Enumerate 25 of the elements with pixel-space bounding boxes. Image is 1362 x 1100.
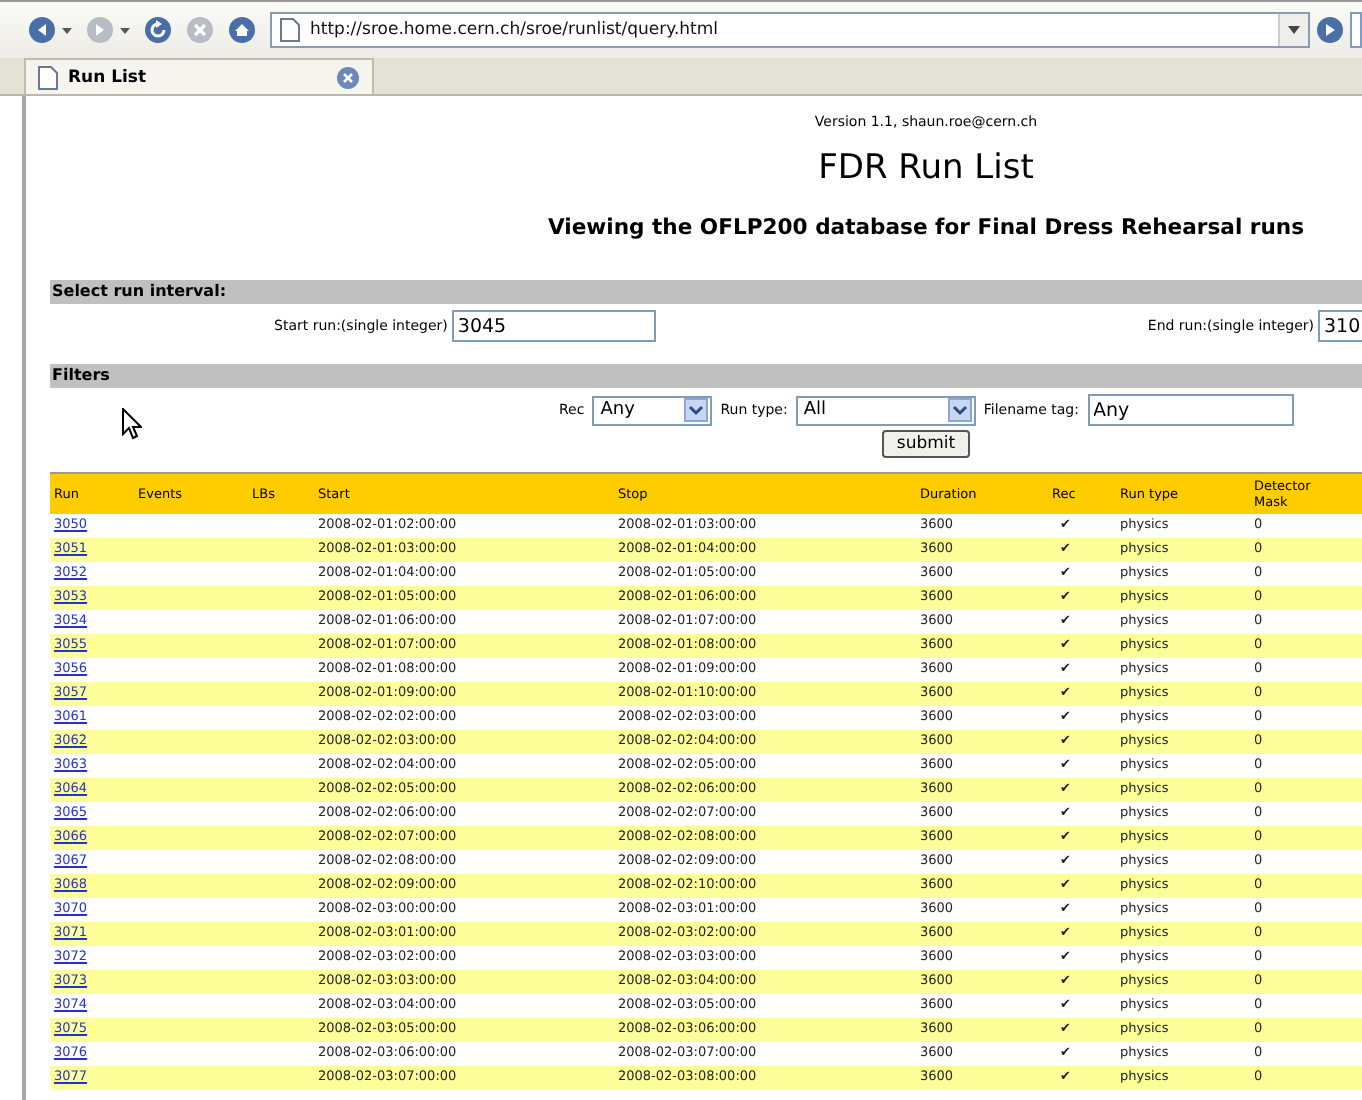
- close-icon[interactable]: [336, 65, 360, 89]
- reload-button[interactable]: [140, 16, 176, 44]
- run-type-dropdown[interactable]: All: [795, 395, 976, 425]
- page-title: FDR Run List: [816, 148, 1036, 188]
- page-icon: [38, 65, 58, 89]
- caret-icon[interactable]: [1288, 26, 1300, 34]
- rec-dropdown[interactable]: Any: [592, 395, 713, 425]
- section-header: Filters: [50, 364, 1362, 388]
- chevron-icon[interactable]: [684, 398, 709, 422]
- search-field[interactable]: [1350, 12, 1362, 48]
- caret-icon[interactable]: [62, 27, 72, 33]
- browser-tab[interactable]: Run List: [24, 58, 374, 94]
- cursor-icon: [122, 408, 142, 440]
- page-subtitle: Viewing the OFLP200 database for Final Dress Rehearsal runs: [545, 214, 1307, 240]
- address-bar[interactable]: http://sroe.home.cern.ch/sroe/runlist/query.html: [270, 12, 1310, 48]
- chevron-icon[interactable]: [947, 398, 972, 422]
- end-run-field[interactable]: 310: [1318, 310, 1362, 342]
- go-button[interactable]: [1316, 16, 1344, 44]
- page-icon: [280, 18, 300, 42]
- start-run-field[interactable]: 3045: [451, 310, 656, 342]
- home-button[interactable]: [224, 16, 260, 44]
- submit-button[interactable]: submit: [882, 430, 970, 458]
- back-button[interactable]: [24, 16, 76, 44]
- filename-tag-field[interactable]: Any: [1087, 394, 1293, 426]
- section-header: Select run interval:: [50, 280, 1362, 304]
